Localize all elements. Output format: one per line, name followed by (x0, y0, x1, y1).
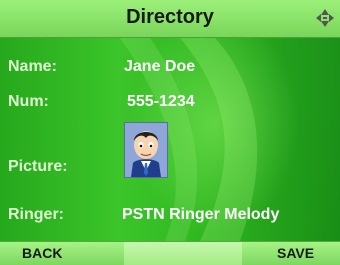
softkey-bar: BACK SAVE (0, 241, 340, 265)
phone-screen: Directory Name: Jane Doe Num: 555-1234 P… (0, 0, 340, 265)
picture-label: Picture: (8, 158, 68, 175)
number-value[interactable]: 555-1234 (127, 93, 195, 111)
contact-avatar-icon (125, 123, 167, 177)
save-button[interactable]: SAVE (277, 245, 314, 261)
title-bar: Directory (0, 0, 340, 38)
name-label: Name: (8, 58, 57, 75)
middle-softkey[interactable] (124, 242, 242, 265)
ringer-value[interactable]: PSTN Ringer Melody (122, 206, 279, 224)
page-title: Directory (126, 6, 214, 28)
back-button[interactable]: BACK (22, 245, 62, 261)
name-value[interactable]: Jane Doe (124, 58, 195, 76)
contact-picture[interactable] (124, 122, 168, 178)
number-label: Num: (8, 93, 49, 110)
updown-leftright-arrows-icon[interactable] (314, 7, 336, 29)
contact-details: Name: Jane Doe Num: 555-1234 Picture: Ri… (0, 38, 340, 241)
ringer-label: Ringer: (8, 206, 64, 223)
